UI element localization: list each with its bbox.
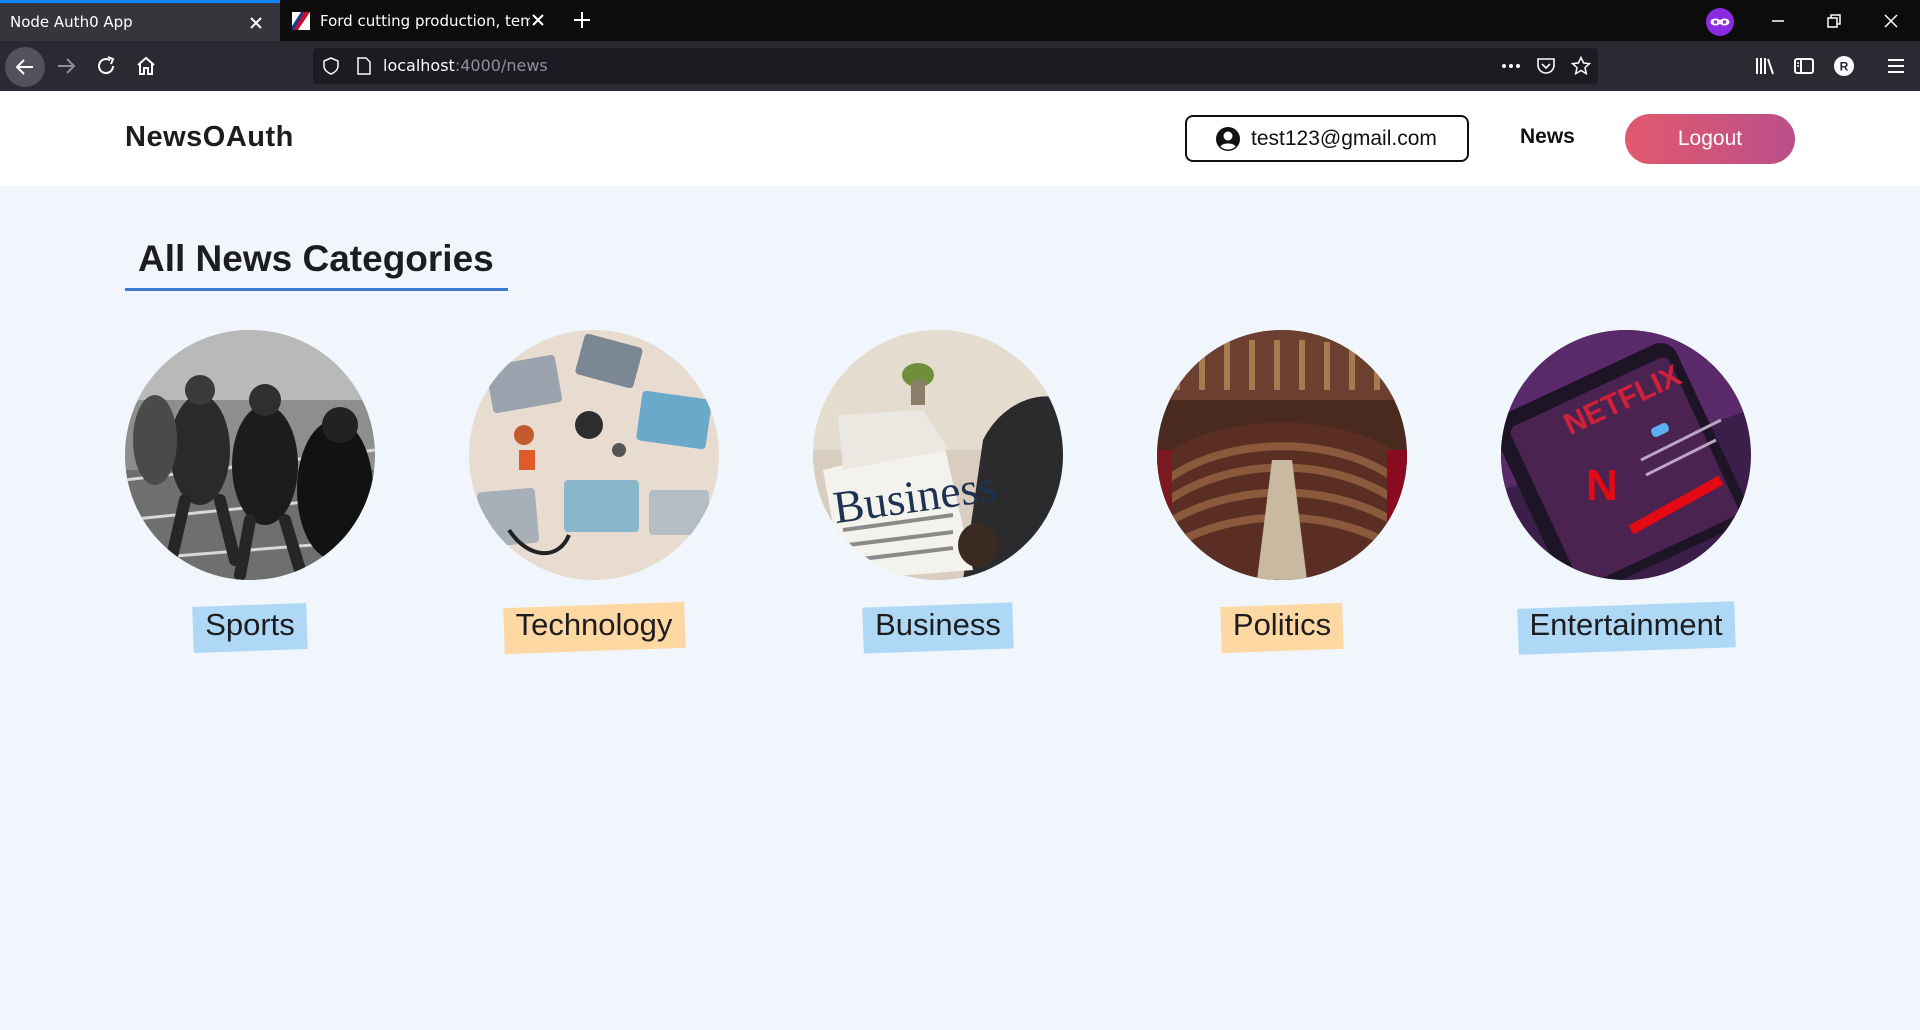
category-label[interactable]: Technology xyxy=(502,601,686,655)
category-label-text: Technology xyxy=(515,607,673,642)
tab-title: Node Auth0 App xyxy=(10,13,133,31)
close-tab-icon[interactable] xyxy=(528,10,548,30)
netflix-n-logo: N xyxy=(1586,461,1618,510)
category-label-text: Sports xyxy=(205,607,295,642)
menu-icon[interactable] xyxy=(1884,54,1908,78)
category-card-business[interactable]: Business Business xyxy=(813,330,1063,670)
library-icon[interactable] xyxy=(1753,54,1777,78)
sidebar-icon[interactable] xyxy=(1792,54,1816,78)
category-image-politics[interactable] xyxy=(1157,330,1407,580)
category-image-business[interactable]: Business xyxy=(813,330,1063,580)
svg-text:R: R xyxy=(1840,60,1849,74)
category-card-politics[interactable]: Politics xyxy=(1157,330,1407,670)
pocket-icon[interactable] xyxy=(1536,56,1556,76)
address-bar[interactable]: localhost:4000/news xyxy=(313,48,1598,84)
private-mask-icon[interactable] xyxy=(1706,8,1734,36)
tab-ford-news[interactable]: Ford cutting production, tempo xyxy=(282,0,562,41)
category-card-technology[interactable]: Technology xyxy=(469,330,719,670)
url-path: :4000/news xyxy=(454,56,548,75)
category-label-text: Politics xyxy=(1232,607,1332,642)
category-image-entertainment[interactable]: NETFLIX N xyxy=(1501,330,1751,580)
nav-link-news[interactable]: News xyxy=(1520,125,1575,149)
reload-icon[interactable] xyxy=(94,54,118,78)
title-underline xyxy=(125,288,508,291)
home-icon[interactable] xyxy=(134,54,158,78)
category-label[interactable]: Entertainment xyxy=(1516,601,1736,655)
site-favicon-icon xyxy=(292,11,310,30)
category-label[interactable]: Politics xyxy=(1220,602,1344,654)
browser-tab-bar: Node Auth0 App Ford cutting production, … xyxy=(0,0,1920,41)
shield-icon[interactable] xyxy=(322,57,340,75)
back-button[interactable] xyxy=(5,47,45,87)
minimize-window-icon[interactable] xyxy=(1769,12,1787,30)
account-icon[interactable]: R xyxy=(1832,54,1856,78)
category-image-sports[interactable] xyxy=(125,330,375,580)
more-dots-icon[interactable] xyxy=(1500,57,1522,75)
bookmark-star-icon[interactable] xyxy=(1571,56,1591,76)
restore-window-icon[interactable] xyxy=(1825,12,1843,30)
close-tab-icon[interactable] xyxy=(246,13,266,33)
category-card-sports[interactable]: Sports xyxy=(125,330,375,670)
url-host: localhost xyxy=(383,56,455,75)
category-label-text: Entertainment xyxy=(1529,607,1723,642)
tab-node-auth0-app[interactable]: Node Auth0 App xyxy=(0,0,280,41)
close-window-icon[interactable] xyxy=(1882,12,1900,30)
page-icon xyxy=(357,57,371,75)
tab-title: Ford cutting production, tempo xyxy=(320,11,530,30)
user-email: test123@gmail.com xyxy=(1251,126,1437,150)
page-title: All News Categories xyxy=(138,238,494,279)
category-label[interactable]: Sports xyxy=(192,603,308,653)
back-arrow-icon xyxy=(15,59,33,75)
category-card-entertainment[interactable]: NETFLIX N Entertainment xyxy=(1501,330,1751,670)
forward-arrow-icon[interactable] xyxy=(54,54,78,78)
brand-logo[interactable]: NewsOAuth xyxy=(125,121,294,154)
site-header: NewsOAuth test123@gmail.com News Logout xyxy=(0,91,1920,186)
category-label-text: Business xyxy=(875,607,1001,642)
user-circle-icon xyxy=(1216,126,1240,151)
new-tab-plus-icon[interactable] xyxy=(570,8,594,32)
category-image-technology[interactable] xyxy=(469,330,719,580)
browser-nav-bar: localhost:4000/news R xyxy=(0,41,1920,91)
category-label[interactable]: Business xyxy=(862,602,1014,654)
logout-button[interactable]: Logout xyxy=(1625,114,1795,164)
user-profile-button[interactable]: test123@gmail.com xyxy=(1185,115,1469,162)
url-text[interactable]: localhost:4000/news xyxy=(383,56,548,75)
